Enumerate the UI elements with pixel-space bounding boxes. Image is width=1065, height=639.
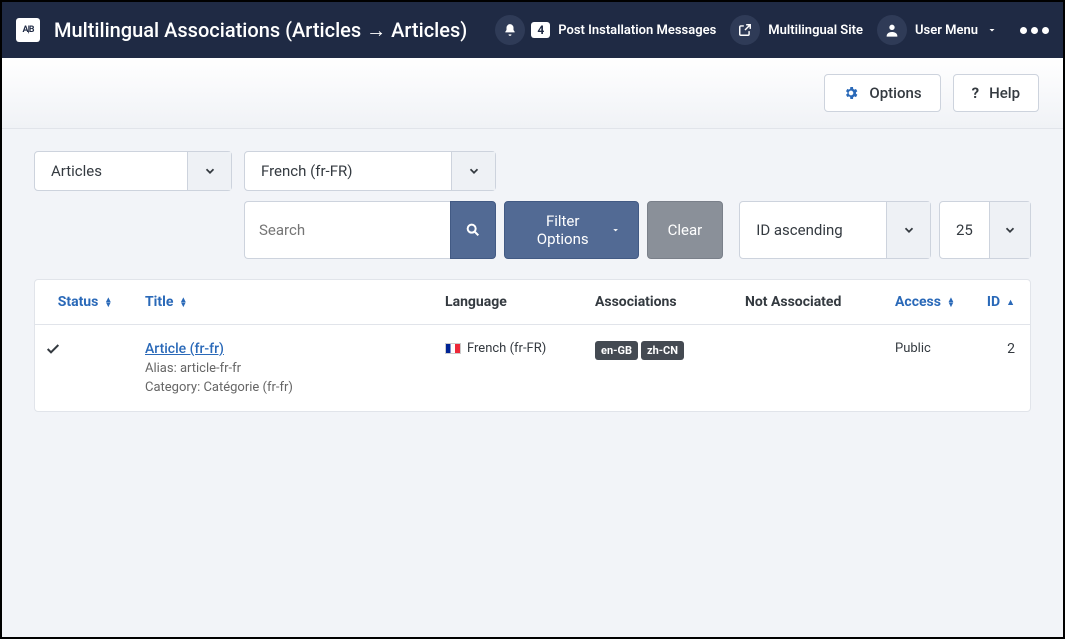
id-value: 2: [975, 325, 1025, 373]
association-badge[interactable]: en-GB: [595, 341, 638, 360]
search-button[interactable]: [450, 201, 496, 259]
gear-icon: [843, 85, 859, 101]
access-value: Public: [885, 325, 975, 372]
check-icon: [45, 341, 125, 357]
col-id[interactable]: ID ▲: [975, 280, 1025, 324]
chevron-down-icon: [989, 202, 1030, 258]
sort-icon: ▲▼: [947, 297, 955, 307]
user-menu-label: User Menu: [915, 23, 978, 38]
limit-select[interactable]: 25: [939, 201, 1031, 259]
item-type-select[interactable]: Articles: [34, 151, 232, 191]
col-associations: Associations: [585, 280, 735, 324]
col-title[interactable]: Title ▲▼: [135, 280, 435, 324]
external-link-icon: [730, 15, 760, 45]
filter-options-button[interactable]: Filter Options: [504, 201, 639, 259]
search-icon: [465, 222, 481, 238]
results-table: Status ▲▼ Title ▲▼ Language Associations…: [34, 279, 1031, 412]
options-label: Options: [869, 84, 921, 102]
col-language: Language: [435, 280, 585, 324]
chevron-down-icon: [886, 202, 930, 258]
sort-select[interactable]: ID ascending: [739, 201, 931, 259]
clear-button[interactable]: Clear: [647, 201, 724, 259]
chevron-down-icon: [986, 24, 998, 36]
notification-label: Post Installation Messages: [558, 23, 716, 38]
user-menu-button[interactable]: User Menu: [877, 15, 998, 45]
page-title: Multilingual Associations (Articles → Ar…: [54, 18, 467, 43]
table-row: Article (fr-fr) Alias: article-fr-fr Cat…: [35, 325, 1030, 411]
col-status[interactable]: Status ▲▼: [35, 280, 135, 324]
chevron-down-icon: [451, 152, 495, 190]
sort-icon: ▲▼: [104, 297, 112, 307]
user-icon: [877, 15, 907, 45]
help-button[interactable]: ? Help: [953, 74, 1039, 112]
flag-fr-icon: [445, 343, 461, 354]
language-select[interactable]: French (fr-FR): [244, 151, 496, 191]
notification-count: 4: [531, 22, 550, 38]
sort-asc-icon: ▲: [1006, 297, 1015, 308]
bell-icon: [495, 15, 525, 45]
site-link-label: Multilingual Site: [768, 23, 863, 38]
options-button[interactable]: Options: [824, 74, 940, 112]
chevron-down-icon: [187, 152, 231, 190]
chevron-down-icon: [610, 224, 621, 236]
col-not-associated: Not Associated: [735, 280, 885, 324]
more-menu-button[interactable]: [1012, 27, 1049, 34]
col-access[interactable]: Access ▲▼: [885, 280, 975, 324]
item-title-link[interactable]: Article (fr-fr): [145, 341, 224, 357]
site-link-button[interactable]: Multilingual Site: [730, 15, 863, 45]
help-label: Help: [989, 84, 1020, 102]
module-icon: A|B: [16, 18, 40, 42]
sort-icon: ▲▼: [179, 297, 187, 307]
question-icon: ?: [972, 84, 979, 102]
association-badge[interactable]: zh-CN: [641, 341, 684, 360]
search-input[interactable]: [244, 201, 450, 259]
notifications-button[interactable]: 4 Post Installation Messages: [495, 15, 716, 45]
